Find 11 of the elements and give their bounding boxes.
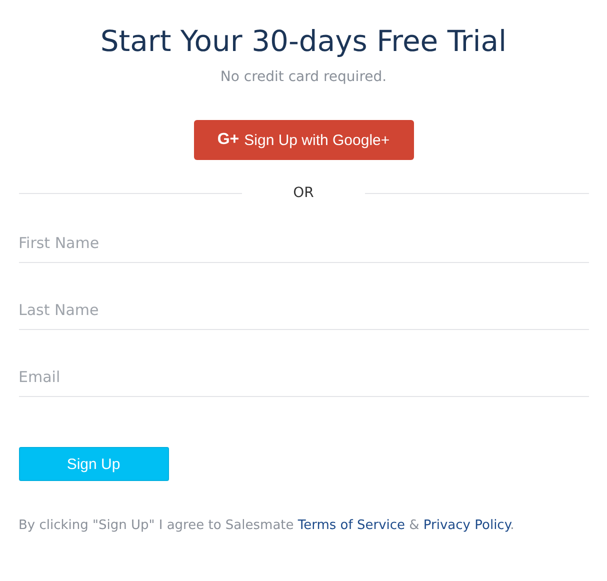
google-plus-icon: G+	[217, 131, 240, 149]
policy-link[interactable]: Privacy Policy	[423, 518, 510, 533]
input-field[interactable]: Last Name	[18, 301, 588, 330]
subtitle: No credit card required.	[220, 68, 387, 86]
google-signup-button[interactable]: G+ Sign Up with Google+	[194, 120, 414, 160]
input-field[interactable]: Email	[18, 368, 588, 397]
policy-link[interactable]: Terms of Service	[298, 518, 406, 533]
input-field[interactable]: First Name	[18, 234, 588, 263]
or-divider-label: OR	[292, 185, 315, 201]
page-title: Start Your 30-days Free Trial	[100, 23, 507, 60]
terms-text: By clicking "Sign Up" I agree to Salesmate Terms of Service & Privacy Policy.	[18, 518, 516, 533]
